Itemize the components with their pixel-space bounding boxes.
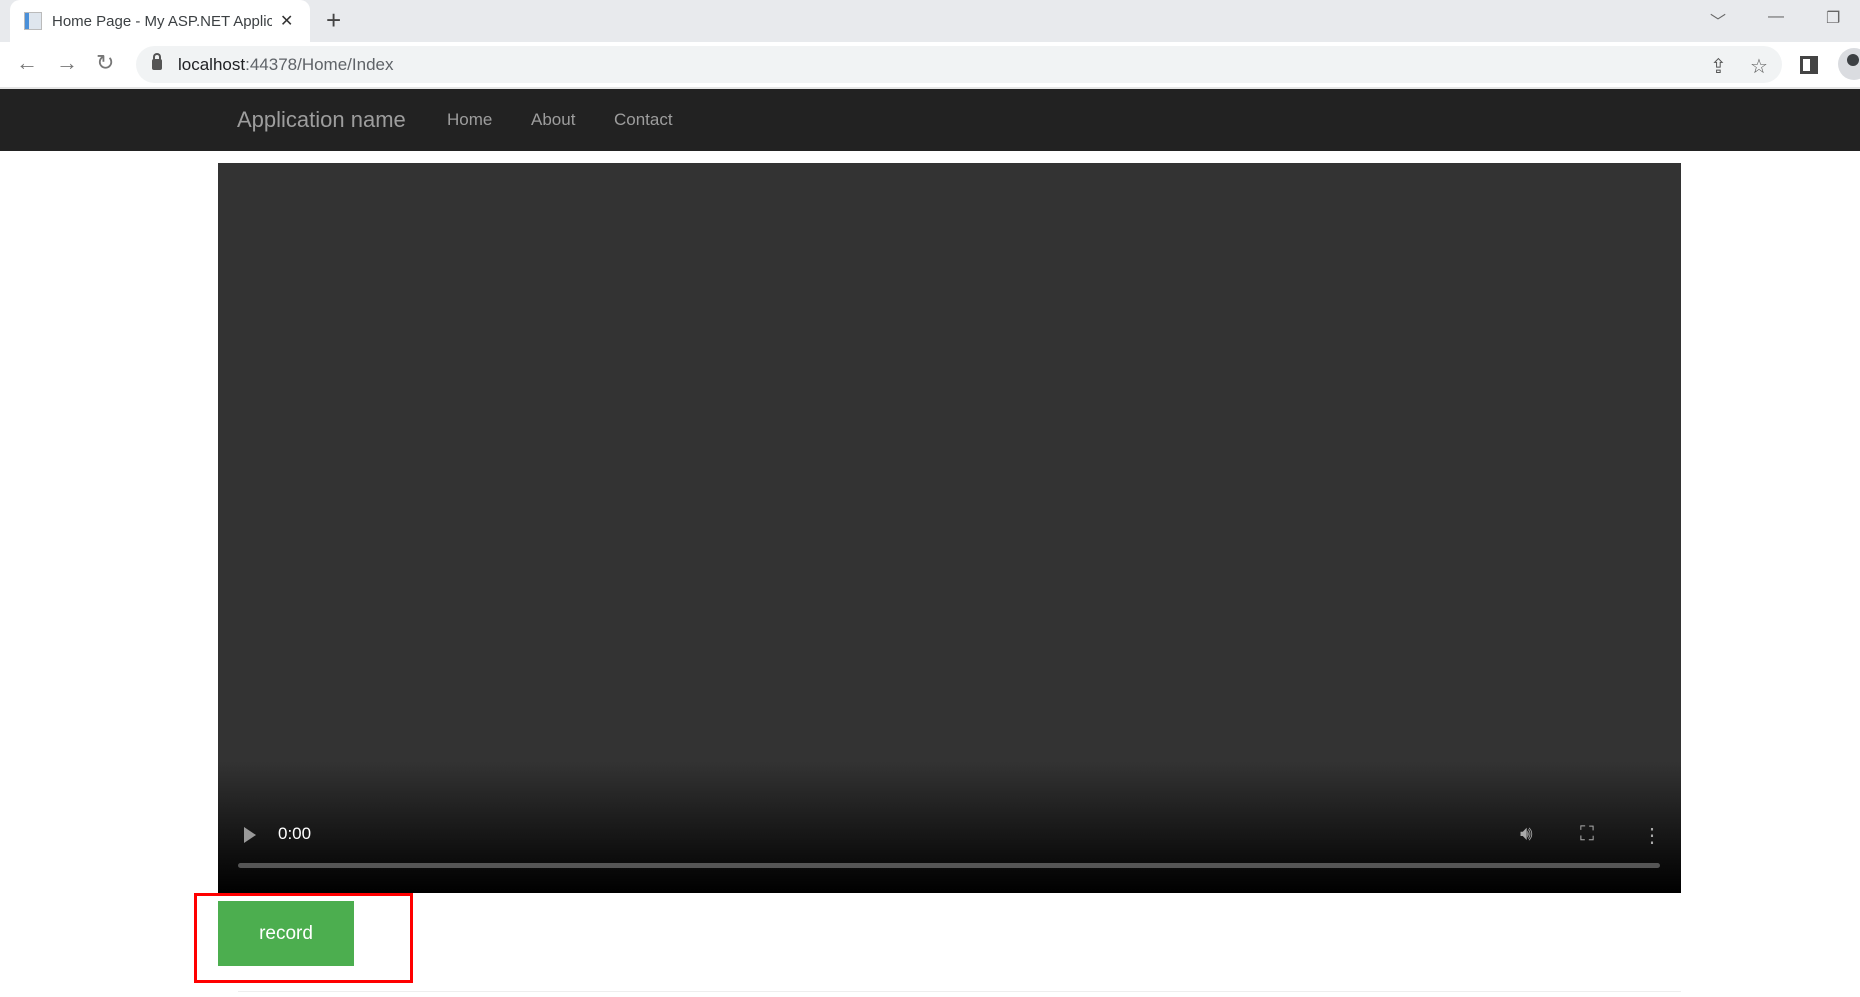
more-options-icon[interactable]: ⋮	[1642, 823, 1662, 848]
address-bar[interactable]: localhost:44378/Home/Index ⇪ ☆	[136, 46, 1782, 83]
restore-icon[interactable]: ❐	[1826, 8, 1840, 28]
fullscreen-icon[interactable]: ⛶	[1580, 823, 1594, 846]
video-time: 0:00	[278, 824, 312, 843]
back-icon[interactable]: ←	[16, 50, 38, 76]
bookmark-star-icon[interactable]: ☆	[1750, 54, 1768, 79]
lock-icon[interactable]	[152, 53, 162, 70]
nav-home[interactable]: Home	[447, 110, 492, 130]
new-tab-icon[interactable]: +	[326, 5, 341, 36]
divider	[238, 991, 1681, 992]
reload-icon[interactable]: ↻	[96, 50, 114, 76]
side-panel-icon[interactable]	[1800, 56, 1818, 74]
close-tab-icon[interactable]: ✕	[280, 11, 293, 31]
video-progress-bar[interactable]	[238, 863, 1660, 868]
site-navbar: Application name Home About Contact	[0, 87, 1860, 151]
nav-contact[interactable]: Contact	[614, 110, 673, 130]
profile-avatar-icon[interactable]	[1838, 48, 1860, 80]
volume-icon[interactable]: 🔊︎	[1520, 823, 1533, 846]
page-favicon-icon	[24, 12, 42, 30]
share-icon[interactable]: ⇪	[1710, 54, 1727, 79]
url-host: localhost	[178, 54, 246, 74]
url-path: :44378/Home/Index	[245, 54, 394, 74]
tab-strip: Home Page - My ASP.NET Applic ✕ + ﹀ — ❐	[0, 0, 1860, 42]
browser-tab[interactable]: Home Page - My ASP.NET Applic ✕	[10, 0, 310, 42]
brand-link[interactable]: Application name	[237, 107, 406, 133]
browser-toolbar: ← → ↻ localhost:44378/Home/Index ⇪ ☆	[0, 42, 1860, 87]
play-icon[interactable]	[244, 827, 256, 843]
nav-about[interactable]: About	[531, 110, 575, 130]
record-button[interactable]: record	[218, 901, 354, 966]
tab-search-chevron-icon[interactable]: ﹀	[1710, 8, 1726, 32]
minimize-icon[interactable]: —	[1768, 8, 1784, 26]
video-player[interactable]: 0:00 🔊︎ ⛶ ⋮	[218, 163, 1681, 893]
tab-title: Home Page - My ASP.NET Applic	[52, 12, 272, 30]
forward-icon[interactable]: →	[56, 50, 78, 76]
